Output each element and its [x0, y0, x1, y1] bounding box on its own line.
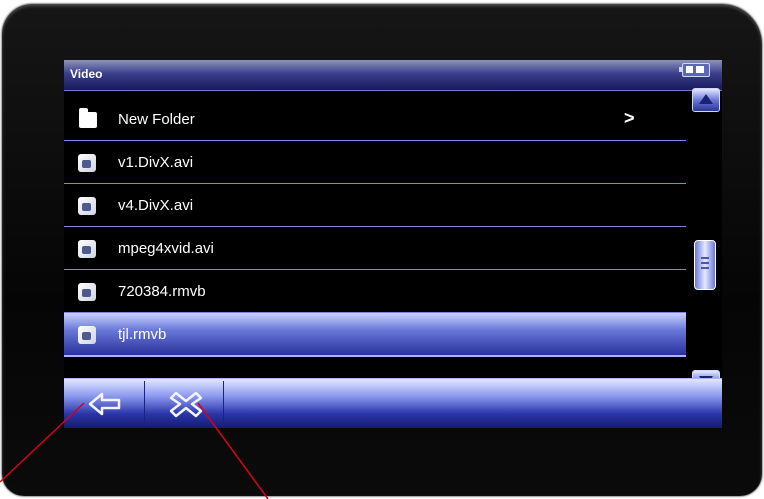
list-item-file[interactable]: v1.DivX.avi	[64, 141, 686, 184]
list-item-file[interactable]: v4.DivX.avi	[64, 184, 686, 227]
bottom-toolbar	[64, 378, 722, 428]
battery-icon	[679, 63, 710, 77]
video-file-icon	[78, 154, 96, 172]
list-item-label: tjl.rmvb	[118, 326, 167, 343]
list-item-label: 720384.rmvb	[118, 283, 206, 300]
device-bezel: Video New Folder > v1.DivX.avi v4.DivX.a…	[2, 4, 762, 496]
video-file-icon	[78, 326, 96, 344]
file-list: New Folder > v1.DivX.avi v4.DivX.avi mpe…	[64, 98, 686, 357]
list-item-label: v4.DivX.avi	[118, 197, 194, 214]
back-arrow-icon	[88, 392, 121, 416]
video-file-icon	[78, 197, 96, 215]
back-button[interactable]	[64, 381, 145, 425]
list-item-file-selected[interactable]: tjl.rmvb	[64, 313, 686, 357]
list-item-file[interactable]: 720384.rmvb	[64, 270, 686, 313]
title-bar: Video	[64, 60, 722, 91]
triangle-up-icon	[699, 94, 713, 104]
video-file-icon	[78, 240, 96, 258]
grip-line	[701, 262, 709, 264]
list-item-label: mpeg4xvid.avi	[118, 240, 214, 257]
list-item-label: New Folder	[118, 111, 195, 128]
list-item-file[interactable]: mpeg4xvid.avi	[64, 227, 686, 270]
scroll-up-button[interactable]	[692, 88, 720, 112]
list-item-new-folder[interactable]: New Folder >	[64, 98, 686, 141]
video-file-icon	[78, 283, 96, 301]
scroll-thumb[interactable]	[694, 240, 716, 290]
close-x-icon	[169, 391, 203, 418]
chevron-right-icon: >	[624, 108, 635, 128]
folder-icon	[79, 108, 97, 128]
grip-line	[701, 267, 709, 269]
screen: Video New Folder > v1.DivX.avi v4.DivX.a…	[64, 60, 722, 428]
window-title: Video	[70, 67, 103, 81]
close-button[interactable]	[145, 381, 224, 425]
grip-line	[701, 257, 709, 259]
scrollbar[interactable]	[690, 86, 720, 396]
list-item-label: v1.DivX.avi	[118, 154, 194, 171]
